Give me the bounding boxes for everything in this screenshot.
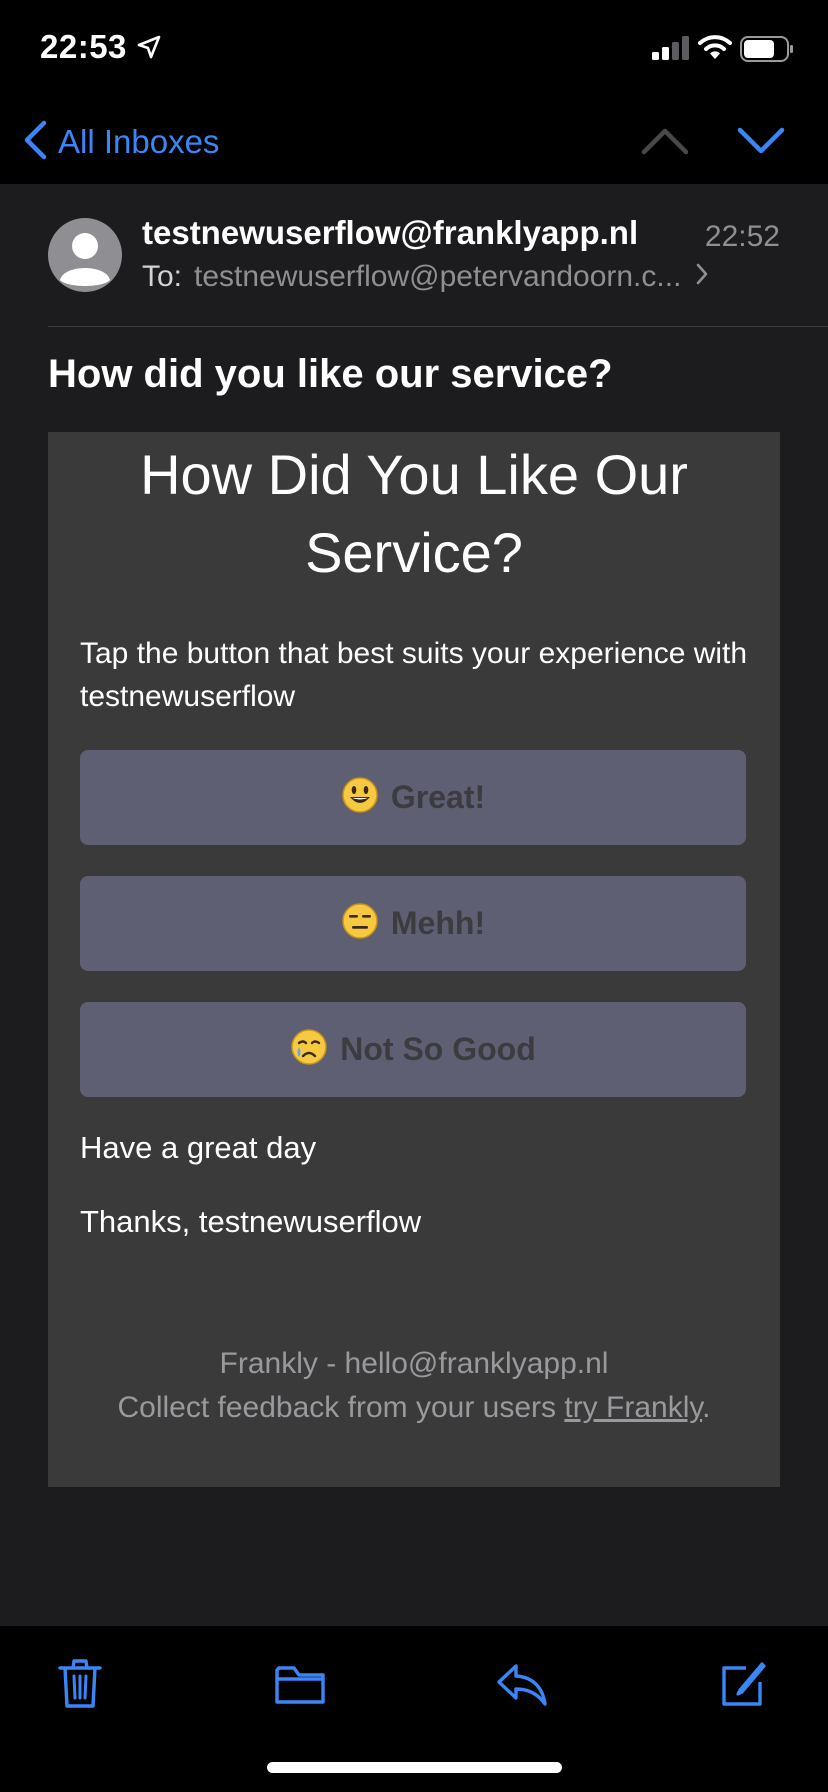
expressionless-face-icon	[341, 902, 379, 945]
recipient-row[interactable]: To: testnewuserflow@petervandoorn.c...	[142, 260, 709, 294]
signature-text: Thanks, testnewuserflow	[80, 1204, 422, 1239]
reply-icon[interactable]	[494, 1656, 550, 1712]
try-frankly-link[interactable]: try Frankly	[564, 1391, 702, 1424]
mail-screen: 22:53 All Inboxes testnewuserflow@frankl…	[0, 0, 828, 1792]
recipient-address: testnewuserflow@petervandoorn.c...	[194, 260, 682, 293]
status-bar: 22:53	[0, 0, 828, 100]
back-button[interactable]: All Inboxes	[22, 118, 219, 166]
footer-contact: Frankly - hello@franklyapp.nl	[219, 1347, 609, 1380]
footer-tagline: Collect feedback from your users try Fra…	[48, 1386, 780, 1430]
closing-text: Have a great day	[80, 1130, 317, 1165]
chevron-right-icon	[695, 260, 709, 294]
rating-mehh-label: Mehh!	[390, 905, 486, 941]
crying-face-icon	[290, 1028, 328, 1071]
trash-icon[interactable]	[52, 1656, 108, 1712]
rating-great-button[interactable]: Great!	[80, 750, 746, 845]
received-time: 22:52	[704, 220, 780, 253]
sender-address[interactable]: testnewuserflow@franklyapp.nl	[142, 214, 638, 252]
chevron-down-icon[interactable]	[736, 124, 786, 163]
email-footer: Frankly - hello@franklyapp.nl Collect fe…	[48, 1342, 780, 1430]
email-title: How Did You Like Our Service?	[140, 443, 688, 584]
cellular-signal-icon	[652, 36, 690, 65]
message-subject: How did you like our service?	[48, 352, 613, 396]
battery-icon	[740, 36, 794, 67]
email-body-card: How Did You Like Our Service? Tap the bu…	[48, 432, 780, 1487]
chevron-up-icon[interactable]	[640, 124, 690, 163]
status-time: 22:53	[40, 28, 127, 65]
location-arrow-icon	[136, 34, 162, 65]
compose-icon[interactable]	[716, 1656, 772, 1712]
rating-great-label: Great!	[390, 779, 486, 815]
footer-tagline-period: .	[702, 1391, 711, 1424]
email-intro: Tap the button that best suits your expe…	[80, 637, 748, 713]
rating-mehh-button[interactable]: Mehh!	[80, 876, 746, 971]
wifi-icon	[698, 34, 732, 65]
folder-icon[interactable]	[272, 1656, 328, 1712]
header-divider	[48, 326, 828, 327]
home-indicator[interactable]	[267, 1762, 562, 1773]
navigation-bar: All Inboxes	[0, 100, 828, 184]
back-button-label: All Inboxes	[58, 123, 220, 160]
chevron-left-icon	[22, 120, 48, 165]
footer-tagline-text: Collect feedback from your users	[117, 1391, 565, 1424]
to-label: To:	[142, 260, 183, 293]
rating-not-so-good-label: Not So Good	[340, 1031, 536, 1067]
smiley-face-icon	[341, 776, 379, 819]
rating-not-so-good-button[interactable]: Not So Good	[80, 1002, 746, 1097]
avatar	[48, 218, 122, 292]
